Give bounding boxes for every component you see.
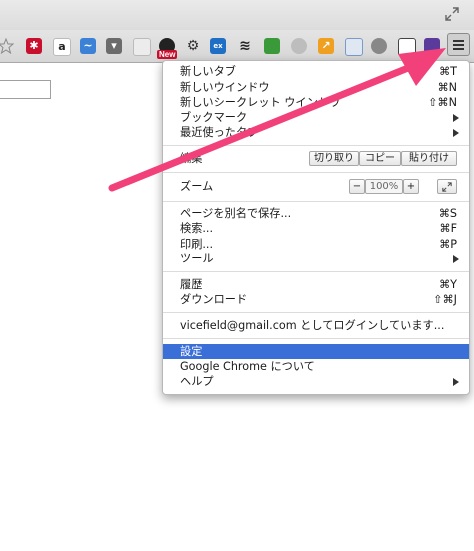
- menu-item-settings[interactable]: 設定: [163, 344, 469, 359]
- zoom-level-display: 100%: [365, 179, 403, 194]
- menu-bar-line: [453, 44, 464, 46]
- pocket-icon[interactable]: ▾: [106, 38, 122, 54]
- cut-button[interactable]: 切り取り: [309, 151, 359, 166]
- browser-toolbar: ✱ a ~ ▾ New ⚙ ex ≋ ↗: [0, 30, 474, 63]
- menu-item-signed-in[interactable]: vicefield@gmail.com としてログインしています...: [163, 318, 469, 333]
- chrome-menu-button[interactable]: [447, 33, 470, 56]
- menu-item-new-window[interactable]: 新しいウインドウ ⌘N: [163, 80, 469, 95]
- menu-item-tools[interactable]: ツール: [163, 251, 469, 266]
- menu-item-downloads[interactable]: ダウンロード ⇧⌘J: [163, 292, 469, 307]
- menu-item-print[interactable]: 印刷... ⌘P: [163, 237, 469, 252]
- fullscreen-icon[interactable]: [444, 6, 460, 22]
- menu-item-history[interactable]: 履歴 ⌘Y: [163, 277, 469, 292]
- analytics-icon[interactable]: ↗: [318, 38, 334, 54]
- menu-separator: [163, 201, 469, 202]
- zoom-out-button[interactable]: −: [349, 179, 365, 194]
- chart-extension-icon[interactable]: ~: [80, 38, 96, 54]
- submenu-arrow-icon: [453, 129, 459, 137]
- menu-item-bookmarks[interactable]: ブックマーク: [163, 110, 469, 125]
- menu-separator: [163, 312, 469, 313]
- menu-separator: [163, 145, 469, 146]
- monitor-icon[interactable]: [398, 38, 416, 56]
- chrome-menu: 新しいタブ ⌘T 新しいウインドウ ⌘N 新しいシークレット ウインドウ ⇧⌘N…: [162, 60, 470, 395]
- menu-bar-line: [453, 48, 464, 50]
- amazon-icon[interactable]: a: [53, 38, 71, 56]
- copy-button[interactable]: コピー: [359, 151, 401, 166]
- submenu-arrow-icon: [453, 255, 459, 263]
- new-badge: New: [157, 50, 178, 59]
- zoom-in-button[interactable]: +: [403, 179, 419, 194]
- bookmark-star-icon[interactable]: [0, 38, 14, 54]
- menu-row-zoom: ズーム: [180, 180, 214, 193]
- menu-item-new-incognito-window[interactable]: 新しいシークレット ウインドウ ⇧⌘N: [163, 95, 469, 110]
- layers-icon[interactable]: ≋: [237, 38, 253, 54]
- folder-icon[interactable]: [345, 38, 363, 56]
- window-titlebar: [0, 0, 474, 30]
- submenu-arrow-icon: [453, 378, 459, 386]
- submenu-arrow-icon: [453, 114, 459, 122]
- tool-extension-icon[interactable]: [371, 38, 387, 54]
- purple-extension-icon[interactable]: [424, 38, 440, 54]
- menu-item-new-tab[interactable]: 新しいタブ ⌘T: [163, 64, 469, 79]
- paste-button[interactable]: 貼り付け: [401, 151, 457, 166]
- menu-item-find[interactable]: 検索... ⌘F: [163, 221, 469, 236]
- fullscreen-icon: [442, 182, 452, 192]
- page-text-input[interactable]: [0, 80, 51, 99]
- menu-item-recent-tabs[interactable]: 最近使ったタブ: [163, 125, 469, 140]
- green-extension-icon[interactable]: [264, 38, 280, 54]
- menu-item-save-page-as[interactable]: ページを別名で保存... ⌘S: [163, 206, 469, 221]
- menu-item-help[interactable]: ヘルプ: [163, 374, 469, 389]
- menu-item-about-chrome[interactable]: Google Chrome について: [163, 359, 469, 374]
- grey-extension-icon[interactable]: [291, 38, 307, 54]
- lastpass-icon[interactable]: ✱: [26, 38, 42, 54]
- menu-bar-line: [453, 40, 464, 42]
- blue-extension-icon[interactable]: ex: [210, 38, 226, 54]
- gear-icon[interactable]: ⚙: [185, 38, 201, 54]
- menu-separator: [163, 172, 469, 173]
- notebook-icon[interactable]: [133, 38, 151, 56]
- menu-separator: [163, 338, 469, 339]
- menu-separator: [163, 271, 469, 272]
- fullscreen-button[interactable]: [437, 179, 457, 194]
